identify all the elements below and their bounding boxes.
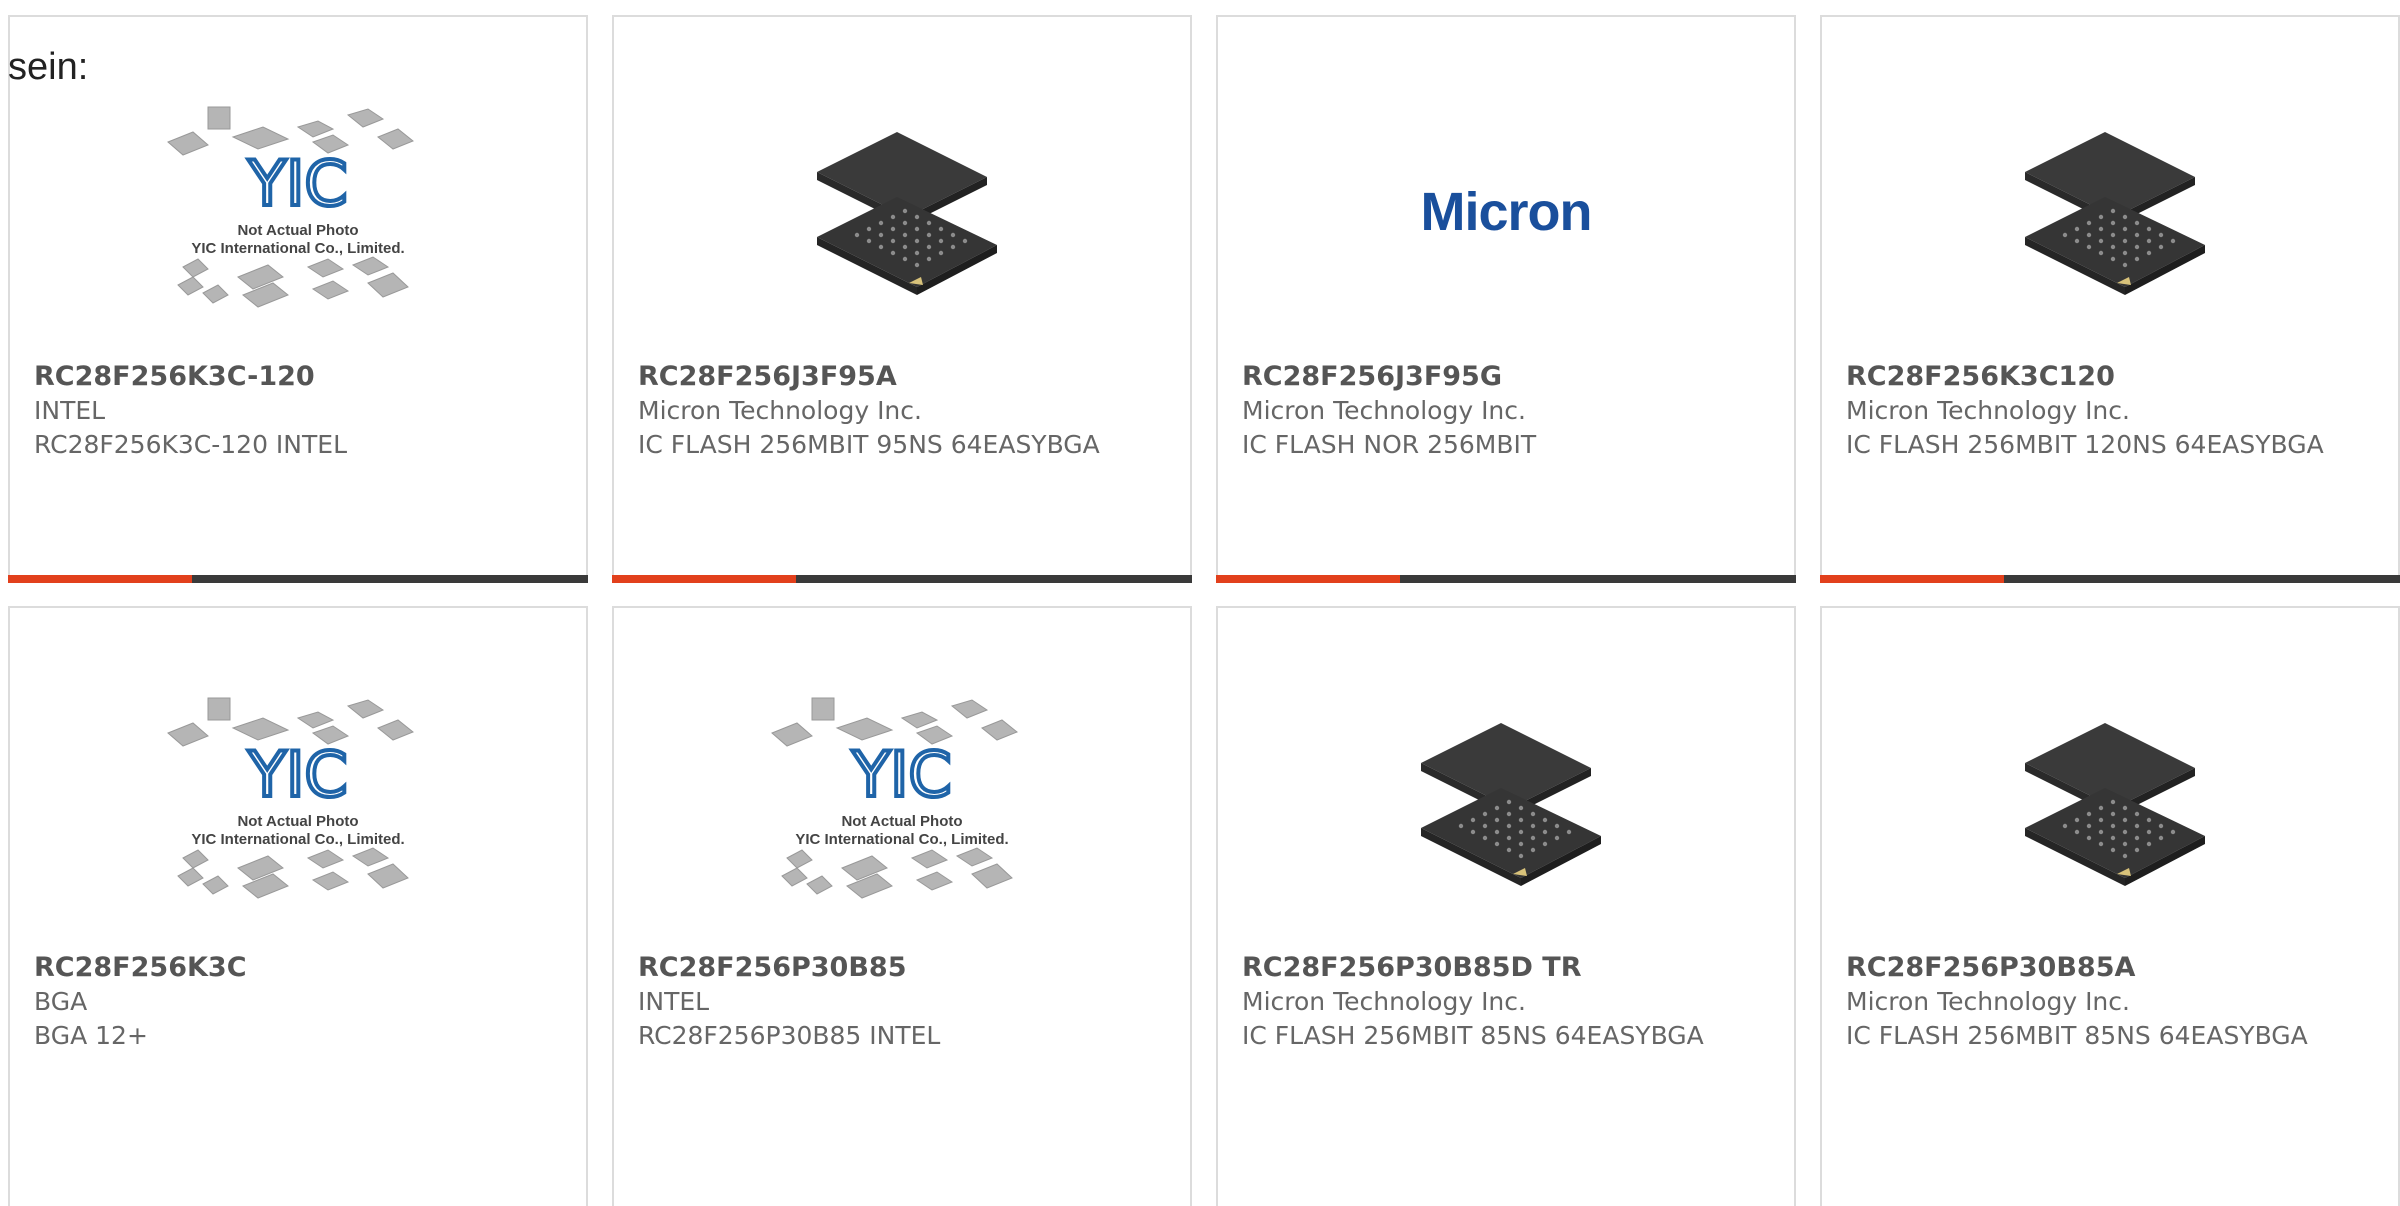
product-image[interactable]: YIC Not Actual Photo YIC International C… bbox=[10, 673, 586, 953]
product-info: RC28F256J3F95G Micron Technology Inc. IC… bbox=[1242, 360, 1778, 462]
placeholder-line2: YIC International Co., Limited. bbox=[795, 831, 1008, 848]
card-bottom-bar bbox=[612, 575, 1192, 583]
card-bottom-bar bbox=[8, 575, 588, 583]
description: IC FLASH NOR 256MBIT bbox=[1242, 430, 1537, 459]
part-number-link[interactable]: RC28F256J3F95A bbox=[638, 360, 1174, 394]
bga-chip-image bbox=[2025, 132, 2205, 295]
manufacturer: Micron Technology Inc. bbox=[1242, 987, 1526, 1016]
yic-logo-text: YIC bbox=[851, 738, 951, 811]
product-image[interactable] bbox=[614, 82, 1190, 362]
yic-logo-text: YIC bbox=[247, 147, 347, 220]
product-card[interactable]: YIC Not Actual Photo YIC International C… bbox=[8, 606, 588, 1206]
description: RC28F256P30B85 INTEL bbox=[638, 1021, 941, 1050]
product-card[interactable]: RC28F256J3F95A Micron Technology Inc. IC… bbox=[612, 15, 1192, 583]
manufacturer: INTEL bbox=[638, 987, 710, 1016]
page-label: sein: bbox=[8, 46, 89, 88]
yic-placeholder-image: YIC Not Actual Photo YIC International C… bbox=[167, 697, 414, 899]
description: IC FLASH 256MBIT 120NS 64EASYBGA bbox=[1846, 430, 2324, 459]
manufacturer: BGA bbox=[34, 987, 88, 1016]
manufacturer: Micron Technology Inc. bbox=[1242, 396, 1526, 425]
product-image[interactable]: Micron bbox=[1218, 122, 1794, 302]
product-card[interactable]: YIC Not Actual Photo YIC International C… bbox=[612, 606, 1192, 1206]
card-accent-bar bbox=[612, 575, 796, 583]
product-card[interactable]: YIC Not Actual Photo YIC International C… bbox=[8, 15, 588, 583]
product-image[interactable] bbox=[1822, 82, 2398, 362]
product-info: RC28F256P30B85D TR Micron Technology Inc… bbox=[1242, 951, 1778, 1053]
bga-chip-image bbox=[1421, 723, 1601, 886]
manufacturer: Micron Technology Inc. bbox=[638, 396, 922, 425]
yic-placeholder-image: YIC Not Actual Photo YIC International C… bbox=[771, 697, 1018, 899]
card-bottom-bar bbox=[1216, 575, 1796, 583]
part-number-link[interactable]: RC28F256J3F95G bbox=[1242, 360, 1778, 394]
part-number-link[interactable]: RC28F256K3C bbox=[34, 951, 570, 985]
product-image[interactable] bbox=[1822, 673, 2398, 953]
placeholder-line1: Not Actual Photo bbox=[237, 813, 358, 830]
manufacturer: Micron Technology Inc. bbox=[1846, 987, 2130, 1016]
yic-logo-text: YIC bbox=[247, 738, 347, 811]
part-number-link[interactable]: RC28F256K3C120 bbox=[1846, 360, 2382, 394]
card-accent-bar bbox=[1820, 575, 2004, 583]
description: IC FLASH 256MBIT 85NS 64EASYBGA bbox=[1242, 1021, 1704, 1050]
product-card[interactable]: RC28F256P30B85D TR Micron Technology Inc… bbox=[1216, 606, 1796, 1206]
part-number-link[interactable]: RC28F256P30B85A bbox=[1846, 951, 2382, 985]
product-info: RC28F256P30B85 INTEL RC28F256P30B85 INTE… bbox=[638, 951, 1174, 1053]
micron-logo: Micron bbox=[1420, 182, 1592, 242]
part-number-link[interactable]: RC28F256K3C-120 bbox=[34, 360, 570, 394]
yic-placeholder-image: YIC Not Actual Photo YIC International C… bbox=[167, 106, 414, 308]
part-number-link[interactable]: RC28F256P30B85D TR bbox=[1242, 951, 1778, 985]
product-info: RC28F256K3C BGA BGA 12+ bbox=[34, 951, 570, 1053]
card-accent-bar bbox=[8, 575, 192, 583]
product-card[interactable]: RC28F256K3C120 Micron Technology Inc. IC… bbox=[1820, 15, 2400, 583]
card-accent-bar bbox=[1216, 575, 1400, 583]
description: IC FLASH 256MBIT 85NS 64EASYBGA bbox=[1846, 1021, 2308, 1050]
product-card[interactable]: Micron RC28F256J3F95G Micron Technology … bbox=[1216, 15, 1796, 583]
part-number-link[interactable]: RC28F256P30B85 bbox=[638, 951, 1174, 985]
product-image[interactable]: YIC Not Actual Photo YIC International C… bbox=[614, 673, 1190, 953]
product-info: RC28F256K3C-120 INTEL RC28F256K3C-120 IN… bbox=[34, 360, 570, 462]
placeholder-line2: YIC International Co., Limited. bbox=[191, 240, 404, 257]
placeholder-line1: Not Actual Photo bbox=[841, 813, 962, 830]
product-image[interactable]: YIC Not Actual Photo YIC International C… bbox=[10, 82, 586, 362]
product-grid: YIC Not Actual Photo YIC International C… bbox=[8, 15, 2400, 1206]
bga-chip-image bbox=[817, 132, 997, 295]
placeholder-line1: Not Actual Photo bbox=[237, 222, 358, 239]
bga-chip-image bbox=[2025, 723, 2205, 886]
manufacturer: INTEL bbox=[34, 396, 106, 425]
product-info: RC28F256K3C120 Micron Technology Inc. IC… bbox=[1846, 360, 2382, 462]
product-image[interactable] bbox=[1218, 673, 1794, 953]
product-info: RC28F256P30B85A Micron Technology Inc. I… bbox=[1846, 951, 2382, 1053]
description: RC28F256K3C-120 INTEL bbox=[34, 430, 348, 459]
description: IC FLASH 256MBIT 95NS 64EASYBGA bbox=[638, 430, 1100, 459]
manufacturer: Micron Technology Inc. bbox=[1846, 396, 2130, 425]
product-info: RC28F256J3F95A Micron Technology Inc. IC… bbox=[638, 360, 1174, 462]
description: BGA 12+ bbox=[34, 1021, 148, 1050]
product-card[interactable]: RC28F256P30B85A Micron Technology Inc. I… bbox=[1820, 606, 2400, 1206]
placeholder-line2: YIC International Co., Limited. bbox=[191, 831, 404, 848]
card-bottom-bar bbox=[1820, 575, 2400, 583]
